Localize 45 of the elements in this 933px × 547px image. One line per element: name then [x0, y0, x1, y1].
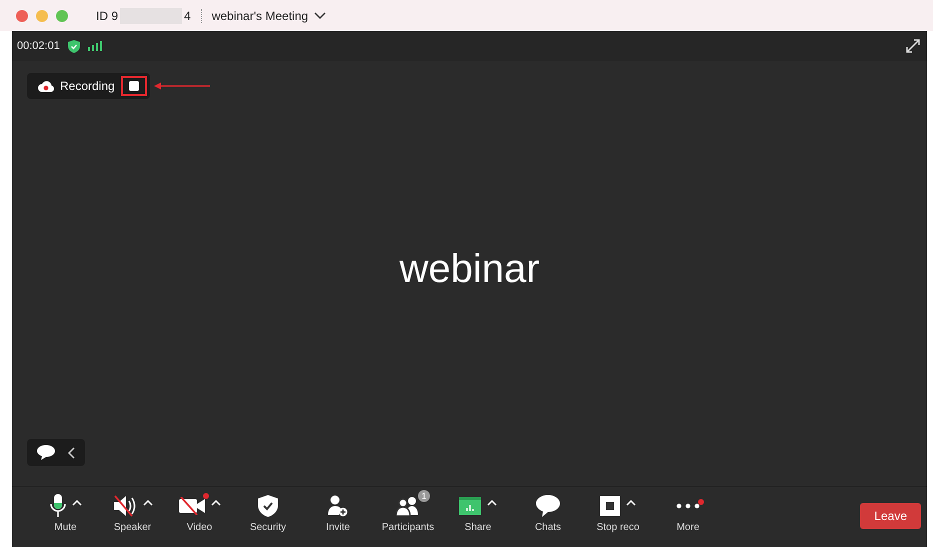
participant-name: webinar [399, 246, 540, 292]
toolbar-label[interactable]: Mute [54, 522, 77, 533]
toolbar-label[interactable]: More [676, 522, 700, 533]
stop-recording-button[interactable] [128, 81, 139, 91]
toolbar-label[interactable]: Invite [326, 522, 350, 533]
caret-up-icon[interactable] [626, 500, 636, 506]
more-dots-icon[interactable] [676, 503, 700, 509]
annotation-arrow [154, 82, 210, 90]
chat-sidebar-button[interactable] [27, 439, 85, 466]
camera-off-icon[interactable] [178, 497, 204, 515]
caret-up-icon[interactable] [142, 500, 152, 506]
count-badge: 1 [418, 490, 430, 502]
toolbar-label[interactable]: Chats [534, 522, 562, 533]
chat-bubble-icon[interactable] [536, 495, 560, 517]
toolbar-label[interactable]: Participants [382, 522, 434, 533]
meeting-id-prefix: ID 9 [96, 8, 118, 22]
microphone-icon[interactable] [50, 494, 66, 518]
toolbar-label[interactable]: Share [464, 522, 492, 533]
chevron-down-icon[interactable] [314, 12, 326, 20]
toolbar-label[interactable]: Stop reco [596, 522, 640, 533]
close-button[interactable] [16, 10, 28, 22]
caret-up-icon[interactable] [487, 500, 497, 506]
shield-icon[interactable] [68, 40, 80, 52]
share-screen-icon[interactable] [459, 497, 481, 515]
dotted-separator [200, 8, 202, 22]
muted-speaker-icon[interactable] [112, 495, 136, 517]
meeting-timer: 00:02:01 [17, 40, 60, 52]
fullscreen-icon[interactable] [905, 38, 921, 54]
stop-icon[interactable] [600, 496, 620, 516]
people-icon[interactable] [396, 496, 420, 516]
add-person-icon[interactable] [328, 495, 348, 517]
caret-up-icon[interactable] [210, 500, 220, 506]
caret-up-icon[interactable] [72, 500, 82, 506]
toolbar-label[interactable]: Security [250, 522, 286, 533]
toolbar-label[interactable]: Speaker [114, 522, 152, 533]
chat-bubble-icon [37, 445, 55, 460]
leave-button[interactable]: Leave [860, 503, 921, 529]
meeting-id-suffix: 4 [184, 8, 191, 22]
meeting-title[interactable]: webinar's Meeting [212, 8, 308, 22]
security-shield-icon[interactable] [258, 495, 278, 517]
chevron-left-icon [67, 446, 75, 458]
recording-label: Recording [60, 79, 115, 93]
cloud-icon [38, 80, 54, 92]
toolbar-label[interactable]: Video [186, 522, 212, 533]
signal-icon[interactable] [88, 41, 102, 51]
